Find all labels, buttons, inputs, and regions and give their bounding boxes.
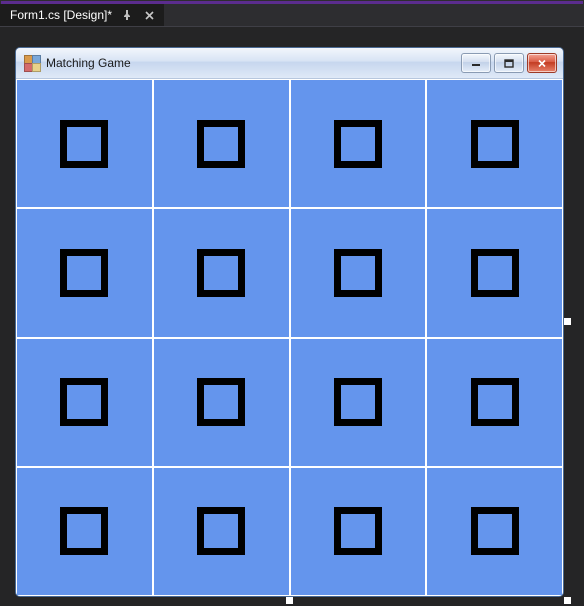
- grid-cell[interactable]: [153, 208, 290, 337]
- grid-cell[interactable]: [153, 79, 290, 208]
- resize-handle-bottom[interactable]: [286, 597, 293, 604]
- form-title: Matching Game: [46, 56, 455, 70]
- grid-cell[interactable]: [16, 467, 153, 596]
- form-client-area: [16, 79, 563, 596]
- minimize-button[interactable]: [461, 53, 491, 73]
- grid-cell[interactable]: [426, 208, 563, 337]
- grid-cell[interactable]: [153, 338, 290, 467]
- square-icon: [60, 378, 108, 426]
- close-button[interactable]: [527, 53, 557, 73]
- square-icon: [334, 378, 382, 426]
- square-icon: [197, 249, 245, 297]
- form-icon: [24, 55, 40, 71]
- grid-cell[interactable]: [290, 467, 427, 596]
- square-icon: [471, 120, 519, 168]
- grid-cell[interactable]: [290, 338, 427, 467]
- square-icon: [334, 120, 382, 168]
- square-icon: [60, 507, 108, 555]
- square-icon: [334, 249, 382, 297]
- square-icon: [471, 249, 519, 297]
- square-icon: [197, 120, 245, 168]
- document-tab-strip: Form1.cs [Design]*: [0, 4, 584, 26]
- grid-cell[interactable]: [290, 208, 427, 337]
- square-icon: [197, 507, 245, 555]
- grid-cell[interactable]: [16, 79, 153, 208]
- grid-cell[interactable]: [426, 79, 563, 208]
- square-icon: [334, 507, 382, 555]
- grid-cell[interactable]: [426, 338, 563, 467]
- square-icon: [60, 249, 108, 297]
- square-icon: [60, 120, 108, 168]
- grid-cell[interactable]: [426, 467, 563, 596]
- grid-cell[interactable]: [153, 467, 290, 596]
- pin-icon[interactable]: [120, 8, 134, 22]
- maximize-button[interactable]: [494, 53, 524, 73]
- window-buttons: [461, 53, 557, 73]
- game-grid: [16, 79, 563, 596]
- square-icon: [471, 378, 519, 426]
- grid-cell[interactable]: [16, 208, 153, 337]
- windows-form[interactable]: Matching Game: [15, 47, 564, 597]
- designer-area: Matching Game: [0, 26, 584, 606]
- designer-surface[interactable]: Matching Game: [15, 47, 562, 595]
- close-icon[interactable]: [142, 8, 156, 22]
- document-tab[interactable]: Form1.cs [Design]*: [0, 4, 164, 26]
- resize-handle-corner[interactable]: [564, 597, 571, 604]
- grid-cell[interactable]: [16, 338, 153, 467]
- grid-cell[interactable]: [290, 79, 427, 208]
- form-titlebar[interactable]: Matching Game: [16, 48, 563, 79]
- resize-handle-right[interactable]: [564, 318, 571, 325]
- tab-label: Form1.cs [Design]*: [10, 8, 112, 22]
- square-icon: [471, 507, 519, 555]
- square-icon: [197, 378, 245, 426]
